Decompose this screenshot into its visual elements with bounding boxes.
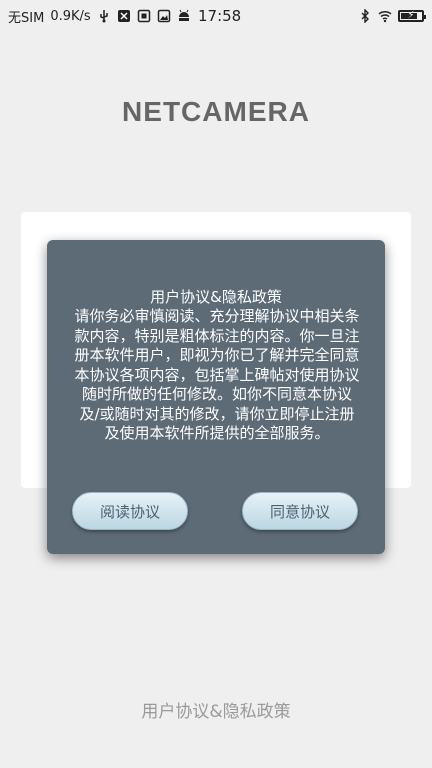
agreement-dialog: 用户协议&隐私政策 请你务必审慎阅读、充分理解协议中相关条款内容，特别是粗体标注… xyxy=(47,240,385,554)
bluetooth-icon xyxy=(358,9,372,23)
privacy-policy-link[interactable]: 用户协议&隐私政策 xyxy=(0,697,432,722)
charging-bolt-icon: ⚡ xyxy=(407,10,415,21)
app-icon xyxy=(117,9,131,23)
status-bar-left: 无SIM 0.9K/s xyxy=(8,7,191,26)
wifi-icon xyxy=(378,9,392,23)
read-agreement-button[interactable]: 阅读协议 xyxy=(72,492,188,530)
usb-icon xyxy=(97,9,111,23)
app-title: NETCAMERA xyxy=(122,96,310,127)
sim-icon xyxy=(137,9,151,23)
status-bar-time: 17:58 xyxy=(198,7,242,25)
agree-agreement-button[interactable]: 同意协议 xyxy=(242,492,358,530)
gallery-icon xyxy=(157,9,171,23)
dialog-title: 用户协议&隐私政策 xyxy=(150,288,282,306)
status-bar-right: ⚡ 17:58 xyxy=(358,9,426,23)
dialog-body-text: 请你务必审慎阅读、充分理解协议中相关条款内容，特别是粗体标注的内容。你一旦注册本… xyxy=(74,307,360,442)
battery-charging-icon: ⚡ xyxy=(398,10,426,22)
carrier-label: 无SIM xyxy=(8,10,45,26)
net-speed-label: 0.9K/s xyxy=(50,8,91,24)
android-icon xyxy=(177,9,191,23)
